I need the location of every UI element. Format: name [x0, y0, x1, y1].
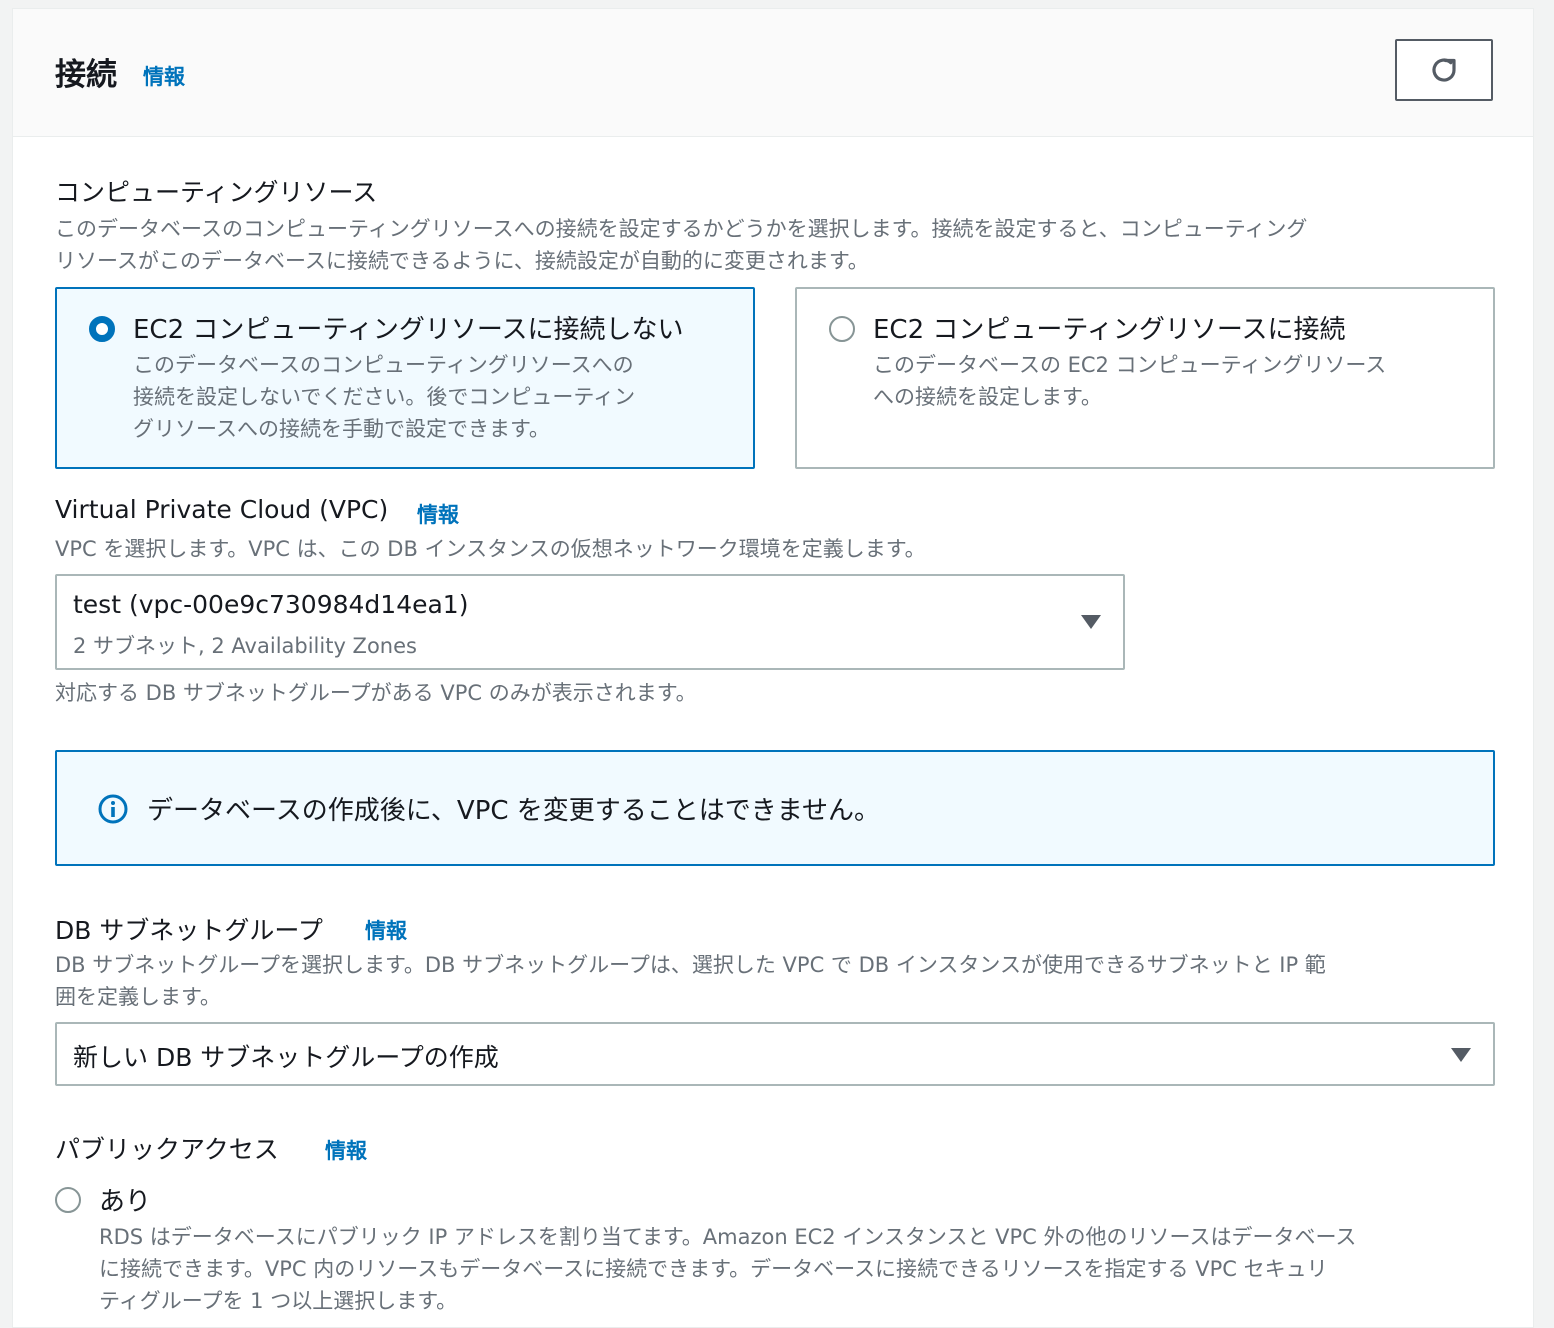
compute-option-connect[interactable]: EC2 コンピューティングリソースに接続 このデータベースの EC2 コンピュー… [795, 287, 1495, 469]
chevron-down-icon [1081, 615, 1101, 629]
vpc-select-value: test (vpc-00e9c730984d14ea1) [73, 590, 469, 619]
compute-option-no-connect-title: EC2 コンピューティングリソースに接続しない [133, 315, 684, 345]
refresh-button[interactable] [1395, 39, 1493, 101]
vpc-desc: VPC を選択します。VPC は、この DB インスタンスの仮想ネットワーク環境… [55, 537, 926, 561]
chevron-down-icon [1451, 1048, 1471, 1062]
compute-option-no-connect-desc1: このデータベースのコンピューティングリソースへの [133, 353, 634, 377]
vpc-label: Virtual Private Cloud (VPC) [55, 495, 389, 524]
vpc-info-alert-text: データベースの作成後に、VPC を変更することはできません。 [147, 796, 881, 826]
vpc-select[interactable]: test (vpc-00e9c730984d14ea1) 2 サブネット, 2 … [55, 574, 1125, 670]
panel-title: 接続 [55, 57, 117, 93]
compute-option-no-connect-desc2: 接続を設定しないでください。後でコンピューティン [133, 385, 636, 409]
subnet-desc-line1: DB サブネットグループを選択します。DB サブネットグループは、選択した VP… [55, 953, 1326, 977]
refresh-icon [1432, 58, 1456, 82]
compute-label: コンピューティングリソース [55, 178, 378, 207]
compute-option-connect-desc1: このデータベースの EC2 コンピューティングリソース [873, 353, 1387, 377]
vpc-hint: 対応する DB サブネットグループがある VPC のみが表示されます。 [55, 681, 697, 705]
compute-option-no-connect[interactable]: EC2 コンピューティングリソースに接続しない このデータベースのコンピューティ… [55, 287, 755, 469]
vpc-info-link[interactable]: 情報 [417, 499, 459, 529]
info-icon [98, 794, 128, 824]
subnet-select-value: 新しい DB サブネットグループの作成 [73, 1043, 499, 1072]
compute-desc-line1: このデータベースのコンピューティングリソースへの接続を設定するかどうかを選択しま… [55, 217, 1308, 241]
panel-header: 接続 情報 [13, 9, 1533, 137]
compute-option-connect-radio[interactable] [829, 316, 855, 342]
public-access-yes-desc1: RDS はデータベースにパブリック IP アドレスを割り当てます。Amazon … [99, 1225, 1357, 1249]
subnet-info-link[interactable]: 情報 [365, 915, 407, 945]
vpc-select-subtext: 2 サブネット, 2 Availability Zones [73, 634, 417, 658]
public-access-info-link[interactable]: 情報 [325, 1135, 367, 1165]
public-access-yes-desc2: に接続できます。VPC 内のリソースもデータベースに接続できます。データベースに… [99, 1257, 1328, 1281]
header-info-link[interactable]: 情報 [143, 61, 185, 91]
compute-desc-line2: リソースがこのデータベースに接続できるように、接続設定が自動的に変更されます。 [55, 249, 869, 273]
subnet-select[interactable]: 新しい DB サブネットグループの作成 [55, 1022, 1495, 1086]
public-access-yes-radio[interactable] [55, 1187, 81, 1213]
subnet-label: DB サブネットグループ [55, 916, 323, 945]
public-access-yes-desc3: ティグループを 1 つ以上選択します。 [99, 1289, 458, 1313]
public-access-label: パブリックアクセス [55, 1135, 279, 1164]
connectivity-panel: 接続 情報 コンピューティングリソース このデータベースのコンピューティングリソ… [12, 8, 1534, 1328]
compute-option-no-connect-desc3: グリソースへの接続を手動で設定できます。 [133, 417, 550, 441]
public-access-yes-label[interactable]: あり [99, 1181, 151, 1218]
compute-option-connect-desc2: への接続を設定します。 [873, 385, 1102, 409]
vpc-info-alert: データベースの作成後に、VPC を変更することはできません。 [55, 750, 1495, 866]
compute-option-connect-title: EC2 コンピューティングリソースに接続 [873, 315, 1346, 345]
compute-option-no-connect-radio[interactable] [89, 316, 115, 342]
subnet-desc-line2: 囲を定義します。 [55, 985, 221, 1009]
